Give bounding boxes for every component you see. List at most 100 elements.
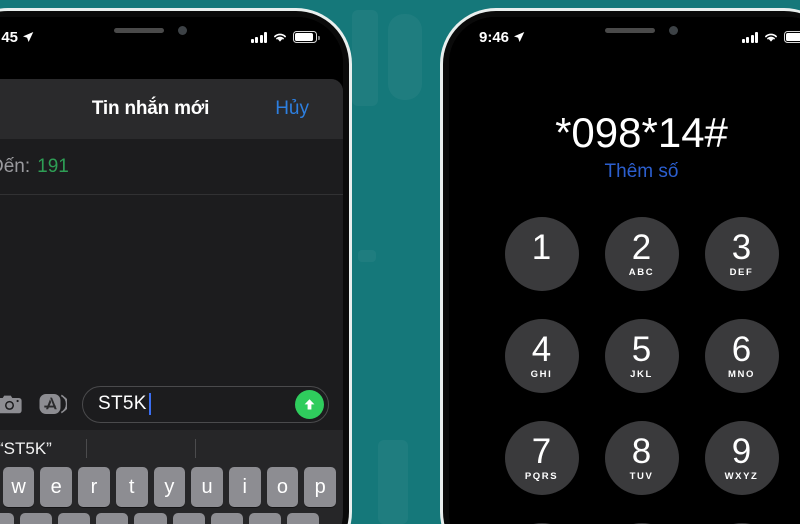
key-h[interactable]: h <box>172 513 205 524</box>
dialpad-letters: PQRS <box>524 471 559 482</box>
dialpad-key-1[interactable]: 1 <box>504 217 579 291</box>
message-input-field[interactable]: ST5K <box>82 385 329 423</box>
wifi-icon <box>274 33 286 42</box>
recipient-label: Đến: <box>0 155 31 177</box>
key-l[interactable]: l <box>286 513 319 524</box>
prediction-divider <box>195 439 196 458</box>
key-g[interactable]: g <box>134 513 167 524</box>
right-phone-volume-down-button[interactable] <box>440 225 443 273</box>
key-d[interactable]: d <box>58 513 91 524</box>
prediction-bar: “ST5K” <box>0 430 343 467</box>
new-message-sheet: Tin nhắn mới Hủy Đến: 191 <box>0 79 343 524</box>
background-watermark <box>358 250 376 262</box>
dialpad-key-9[interactable]: 9 WXYZ <box>704 421 779 495</box>
background-watermark <box>352 10 378 106</box>
dialpad-digit: 5 <box>631 330 652 369</box>
location-arrow-icon <box>23 32 34 42</box>
status-bar-left: 9:45 <box>0 29 34 46</box>
status-bar-right <box>250 31 320 43</box>
status-bar-left: 9:46 <box>479 29 525 46</box>
dialed-number-display: *098*14# <box>555 109 728 156</box>
key-s[interactable]: s <box>20 513 53 524</box>
dialpad: 1 2 ABC 3 DEF 4 GHI 5 JKL 6 MNO 7 PQRS 8… <box>504 217 779 524</box>
dialpad-digit: 7 <box>531 432 552 471</box>
recipient-row[interactable]: Đến: 191 <box>0 139 343 195</box>
status-bar-time: 9:46 <box>479 28 510 46</box>
key-i[interactable]: i <box>228 467 261 507</box>
dialpad-letters: TUV <box>629 471 654 482</box>
location-arrow-icon <box>514 32 525 42</box>
cellular-bars-icon <box>250 31 267 43</box>
key-y[interactable]: y <box>153 467 186 507</box>
left-status-bar: 9:45 <box>0 17 343 51</box>
dialpad-key-3[interactable]: 3 DEF <box>704 217 779 291</box>
key-u[interactable]: u <box>191 467 223 507</box>
key-p[interactable]: p <box>304 467 337 507</box>
messages-app: Tin nhắn mới Hủy Đến: 191 <box>0 17 343 524</box>
dialpad-key-6[interactable]: 6 MNO <box>704 319 779 393</box>
background-watermark <box>388 14 422 100</box>
send-arrow-up-icon <box>304 398 315 409</box>
send-button[interactable] <box>295 389 324 419</box>
phone-dialer-app: *098*14# Thêm số 1 2 ABC 3 DEF 4 GHI 5 J… <box>449 17 800 524</box>
key-t[interactable]: t <box>115 467 148 507</box>
screenshot-scene: Tin nhắn mới Hủy Đến: 191 <box>0 0 800 524</box>
new-message-header: Tin nhắn mới Hủy <box>0 79 343 139</box>
dialpad-key-4[interactable]: 4 GHI <box>504 319 579 393</box>
dialpad-key-5[interactable]: 5 JKL <box>604 319 679 393</box>
key-o[interactable]: o <box>266 467 299 507</box>
prediction-divider <box>86 439 87 458</box>
dialpad-letters: WXYZ <box>724 471 759 482</box>
dialpad-digit: 8 <box>631 432 652 471</box>
right-phone-mute-switch[interactable] <box>440 115 443 143</box>
left-phone-power-button[interactable] <box>349 179 352 245</box>
background-watermark <box>378 440 408 524</box>
dialpad-key-8[interactable]: 8 TUV <box>604 421 679 495</box>
dialpad-key-7[interactable]: 7 PQRS <box>504 421 579 495</box>
dialpad-digit: 9 <box>731 432 752 471</box>
battery-icon <box>784 31 800 43</box>
left-phone-screen: Tin nhắn mới Hủy Đến: 191 <box>0 17 343 524</box>
battery-icon <box>293 31 320 43</box>
add-number-button[interactable]: Thêm số <box>605 161 679 183</box>
dialpad-digit: 1 <box>531 228 552 267</box>
right-phone-screen: *098*14# Thêm số 1 2 ABC 3 DEF 4 GHI 5 J… <box>449 17 800 524</box>
cellular-bars-icon <box>741 31 758 43</box>
prediction-word[interactable]: “ST5K” <box>0 439 52 459</box>
key-r[interactable]: r <box>78 467 110 507</box>
key-a[interactable]: a <box>0 513 15 524</box>
text-caret <box>148 393 151 415</box>
dialpad-letters: ABC <box>628 267 655 278</box>
right-phone-volume-up-button[interactable] <box>440 163 443 211</box>
recipient-value: 191 <box>37 155 69 177</box>
page-title: Tin nhắn mới <box>91 98 210 119</box>
key-f[interactable]: f <box>96 513 129 524</box>
dialpad-digit: 2 <box>631 228 652 267</box>
dialpad-digit: 6 <box>731 330 752 369</box>
dialpad-letters: GHI <box>530 369 553 380</box>
cancel-button[interactable]: Hủy <box>275 98 309 120</box>
status-bar-right <box>741 31 800 43</box>
dialpad-digit: 4 <box>531 330 552 369</box>
key-j[interactable]: j <box>210 513 243 524</box>
app-store-icon[interactable] <box>38 389 68 419</box>
keyboard-row-1: q w e r t y u i o p <box>0 467 343 507</box>
dialpad-letters: MNO <box>728 369 755 380</box>
status-bar-time: 9:45 <box>0 28 19 46</box>
right-status-bar: 9:46 <box>449 17 800 51</box>
dialpad-digit: 3 <box>731 228 752 267</box>
left-phone-device: Tin nhắn mới Hủy Đến: 191 <box>0 8 352 524</box>
key-k[interactable]: k <box>248 513 281 524</box>
camera-icon[interactable] <box>0 389 24 419</box>
key-e[interactable]: e <box>40 467 73 507</box>
right-phone-device: *098*14# Thêm số 1 2 ABC 3 DEF 4 GHI 5 J… <box>440 8 800 524</box>
dialpad-letters: JKL <box>630 369 653 380</box>
wifi-icon <box>765 33 777 42</box>
dialpad-letters: DEF <box>729 267 754 278</box>
dialpad-key-2[interactable]: 2 ABC <box>604 217 679 291</box>
onscreen-keyboard: “ST5K” q w e r t y u i <box>0 430 343 524</box>
key-w[interactable]: w <box>2 467 35 507</box>
message-input-bar: ST5K <box>0 378 343 430</box>
message-input-value: ST5K <box>98 393 147 414</box>
keyboard-row-2: a s d f g h j k l <box>0 513 343 524</box>
